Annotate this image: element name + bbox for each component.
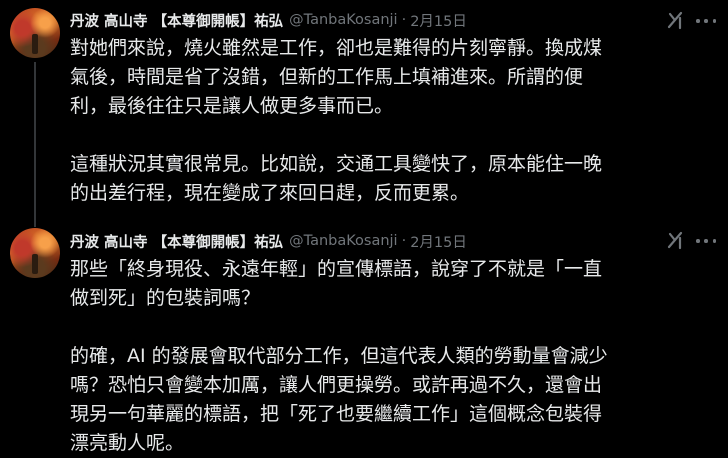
- tweet[interactable]: 丹波 高山寺 【本尊御開帳】祐弘 @TanbaKosanji · 2月15日 對…: [0, 0, 728, 227]
- thread-connector-line: [34, 62, 36, 227]
- user-handle[interactable]: @TanbaKosanji: [289, 233, 397, 249]
- display-name[interactable]: 丹波 高山寺 【本尊御開帳】祐弘: [70, 10, 283, 31]
- avatar[interactable]: [10, 8, 60, 58]
- user-handle[interactable]: @TanbaKosanji: [289, 12, 397, 28]
- grok-icon[interactable]: [664, 229, 686, 251]
- tweet-text: 對她們來說，燒火雖然是工作，卻也是難得的片刻寧靜。換成煤 氣後，時間是省了沒錯，…: [70, 34, 720, 208]
- separator-dot: ·: [401, 233, 407, 249]
- tweet-paragraph: 對她們來說，燒火雖然是工作，卻也是難得的片刻寧靜。換成煤 氣後，時間是省了沒錯，…: [70, 37, 603, 117]
- separator-dot: ·: [401, 12, 407, 28]
- tweet-paragraph: 那些「終身現役、永遠年輕」的宣傳標語，說穿了不就是「一直 做到死」的包裝詞嗎？: [70, 258, 603, 309]
- tweet-text: 那些「終身現役、永遠年輕」的宣傳標語，說穿了不就是「一直 做到死」的包裝詞嗎？ …: [70, 255, 720, 458]
- tweet[interactable]: 丹波 高山寺 【本尊御開帳】祐弘 @TanbaKosanji · 2月15日 那…: [0, 222, 728, 458]
- tweet-paragraph: 的確，AI 的發展會取代部分工作，但這代表人類的勞動量會減少 嗎？恐怕只會變本加…: [70, 345, 608, 454]
- timestamp[interactable]: 2月15日: [410, 10, 467, 31]
- more-icon[interactable]: [696, 232, 716, 250]
- tweet-thread: 丹波 高山寺 【本尊御開帳】祐弘 @TanbaKosanji · 2月15日 對…: [0, 0, 728, 458]
- display-name[interactable]: 丹波 高山寺 【本尊御開帳】祐弘: [70, 231, 283, 252]
- tweet-header: 丹波 高山寺 【本尊御開帳】祐弘 @TanbaKosanji · 2月15日: [70, 10, 467, 30]
- tweet-header: 丹波 高山寺 【本尊御開帳】祐弘 @TanbaKosanji · 2月15日: [70, 231, 467, 251]
- avatar[interactable]: [10, 228, 60, 278]
- tweet-paragraph: 這種狀況其實很常見。比如說，交通工具變快了，原本能住一晚 的出差行程，現在變成了…: [70, 153, 603, 204]
- more-icon[interactable]: [696, 12, 716, 30]
- grok-icon[interactable]: [664, 9, 686, 31]
- timestamp[interactable]: 2月15日: [410, 231, 467, 252]
